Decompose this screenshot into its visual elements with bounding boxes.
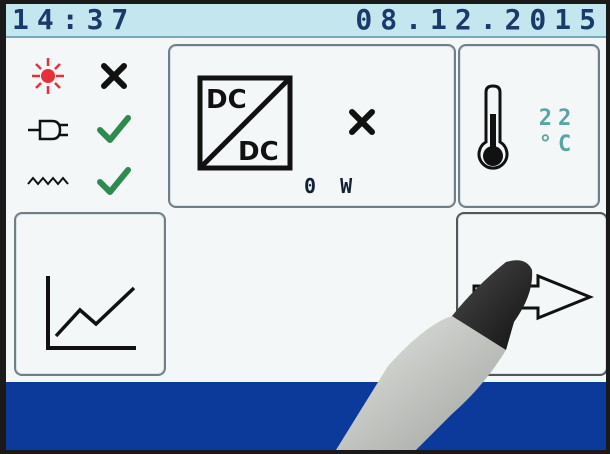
cross-icon (101, 63, 127, 89)
status-row-ac (22, 162, 152, 202)
thermometer-icon (477, 84, 509, 170)
ac-wave-icon (27, 176, 69, 186)
status-panel (22, 50, 152, 202)
graph-button[interactable] (14, 212, 166, 376)
dcdc-label-top: DC (206, 85, 247, 115)
line-graph-icon (46, 276, 136, 350)
cross-icon (349, 109, 375, 135)
sun-icon (32, 58, 64, 94)
touch-screen: 14:37 08.12.2015 DC DC 0 W 22 °C (6, 4, 606, 450)
dcdc-converter-icon: DC DC (197, 75, 293, 171)
checkmark-icon (97, 115, 131, 143)
bottom-bar (6, 382, 606, 450)
temperature-readout: 22 °C (528, 106, 588, 158)
next-button[interactable] (456, 212, 606, 376)
power-plug-icon (28, 119, 68, 141)
clock-date: 08.12.2015 (355, 4, 604, 36)
clock-time: 14:37 (12, 4, 137, 36)
dcdc-power-value: 0 W (304, 174, 359, 198)
temperature-value: 22 (538, 106, 578, 131)
dcdc-converter-tile[interactable]: DC DC 0 W (168, 44, 456, 208)
status-row-grid (22, 110, 152, 150)
dcdc-label-bottom: DC (238, 137, 279, 167)
arrow-right-icon (472, 273, 595, 321)
temperature-unit: °C (538, 132, 578, 157)
temperature-tile[interactable]: 22 °C (458, 44, 600, 208)
status-bar: 14:37 08.12.2015 (6, 4, 606, 38)
checkmark-icon (97, 167, 131, 195)
status-row-solar (22, 56, 152, 96)
